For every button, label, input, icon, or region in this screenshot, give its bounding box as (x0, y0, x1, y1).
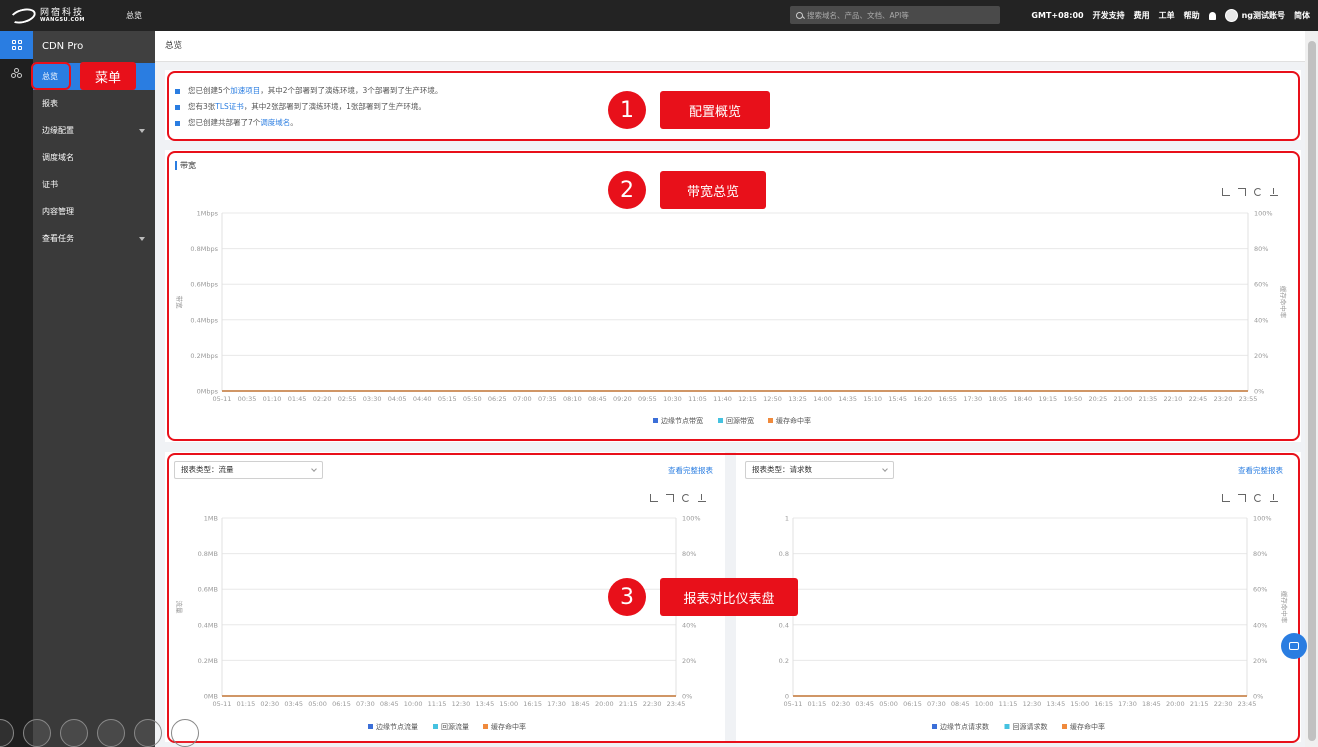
bell-icon[interactable] (1208, 11, 1216, 20)
chat-icon (1289, 642, 1299, 650)
sidebar-item-tasks[interactable]: 查看任务 (33, 225, 155, 252)
annotation-label-2: 带宽总览 (660, 171, 766, 209)
rail-overview-button[interactable] (0, 31, 33, 59)
scrollbar[interactable] (1305, 31, 1318, 747)
search-icon (796, 11, 803, 19)
nav-help[interactable]: 帮助 (1184, 10, 1200, 21)
chevron-down-icon (139, 237, 145, 241)
annotation-number-3: 3 (608, 578, 646, 616)
pen-icon[interactable] (60, 719, 88, 747)
zoom-tool-icon[interactable] (134, 719, 162, 747)
sidebar-product-title: CDN Pro (33, 31, 155, 63)
annotation-number-1: 1 (608, 91, 646, 129)
layout-icon[interactable] (97, 719, 125, 747)
more-icon[interactable] (171, 719, 199, 747)
language-switch[interactable]: 简体 (1294, 10, 1310, 21)
sidebar-item-reports[interactable]: 报表 (33, 90, 155, 117)
sidebar-item-label: 证书 (42, 180, 58, 189)
timezone[interactable]: GMT+08:00 (1031, 11, 1083, 20)
grid-icon (11, 40, 22, 50)
logo-en: WANGSU.COM (40, 16, 85, 23)
top-bar: 网宿科技 WANGSU.COM 总览 搜索域名、产品、文档、API等 GMT+0… (0, 0, 1318, 31)
nodes-icon (11, 68, 22, 78)
annotation-label-3: 报表对比仪表盘 (660, 578, 798, 616)
sidebar-item-label: 调度域名 (42, 153, 74, 162)
annotation-label-1: 配置概览 (660, 91, 770, 129)
pointer-icon[interactable] (23, 719, 51, 747)
chat-button[interactable] (1281, 633, 1307, 659)
chevron-down-icon (139, 129, 145, 133)
annotation-number-2: 2 (608, 171, 646, 209)
menu-annotation: 菜单 (80, 62, 136, 90)
logo[interactable]: 网宿科技 WANGSU.COM (8, 5, 110, 26)
page-title: 总览 (155, 31, 1305, 62)
tool-circle-icon[interactable] (0, 719, 14, 747)
sidebar-item-label: 查看任务 (42, 234, 74, 243)
bottom-toolbar (0, 719, 199, 747)
left-rail (0, 31, 33, 747)
sidebar-item-certificates[interactable]: 证书 (33, 171, 155, 198)
menu-highlight (31, 62, 71, 90)
logo-mark-icon (8, 5, 38, 26)
rail-nodes-button[interactable] (0, 59, 33, 87)
search-input[interactable]: 搜索域名、产品、文档、API等 (790, 6, 1000, 24)
nav-tickets[interactable]: 工单 (1159, 10, 1175, 21)
sidebar-item-label: 内容管理 (42, 207, 74, 216)
sidebar-item-content[interactable]: 内容管理 (33, 198, 155, 225)
sidebar: CDN Pro 总览 报表 边缘配置 调度域名 证书 内容管理 查看任务 (33, 31, 155, 747)
top-title[interactable]: 总览 (126, 10, 142, 21)
nav-billing[interactable]: 费用 (1134, 10, 1150, 21)
scroll-thumb[interactable] (1308, 41, 1316, 741)
sidebar-item-label: 边缘配置 (42, 126, 74, 135)
sidebar-item-dispatch-domains[interactable]: 调度域名 (33, 144, 155, 171)
avatar[interactable] (1224, 9, 1238, 22)
search-placeholder: 搜索域名、产品、文档、API等 (807, 10, 909, 20)
sidebar-item-label: 报表 (42, 99, 58, 108)
nav-dev-support[interactable]: 开发支持 (1093, 10, 1125, 21)
sidebar-item-edge-config[interactable]: 边缘配置 (33, 117, 155, 144)
account-name[interactable]: ng测试账号 (1242, 10, 1285, 21)
